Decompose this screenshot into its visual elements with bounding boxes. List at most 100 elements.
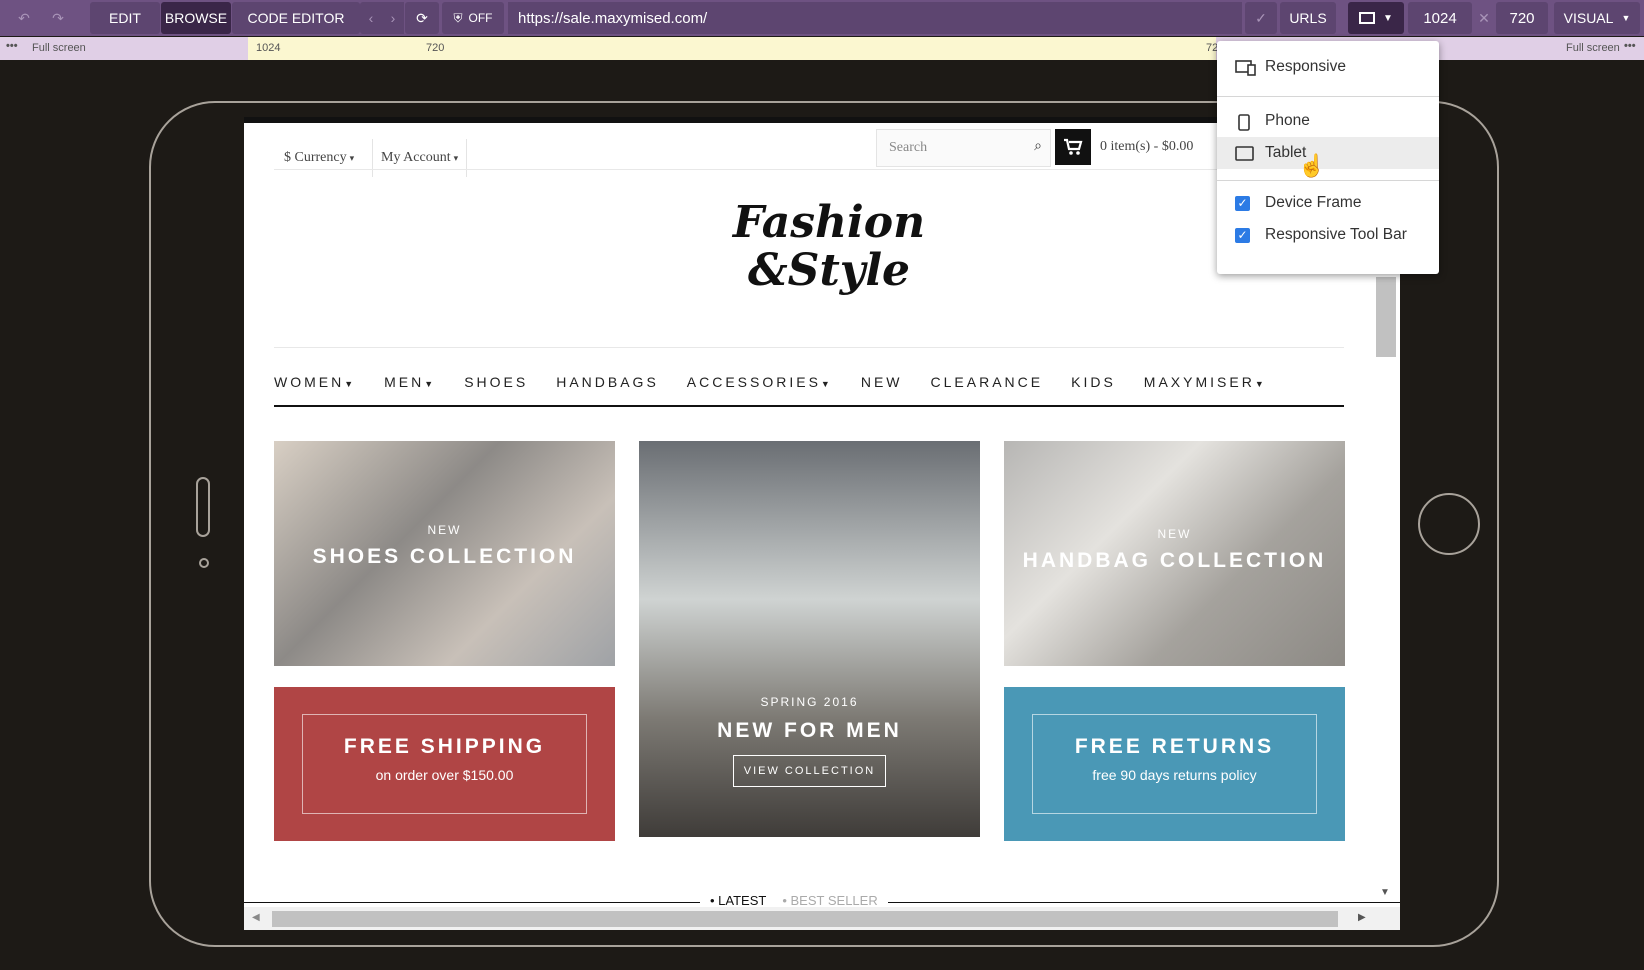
header-divider [274, 169, 1344, 170]
tile-kicker: SPRING 2016 [760, 695, 859, 709]
nav-item-clearance[interactable]: CLEARANCE [931, 374, 1044, 390]
ruler-menu-icon-right[interactable]: ••• [1624, 40, 1636, 52]
tab-latest[interactable]: • LATEST [710, 893, 766, 908]
handbag-collection-tile[interactable]: NEW HANDBAG COLLECTION [1004, 441, 1345, 666]
tile-title: NEW FOR MEN [717, 719, 902, 742]
ruler-full-screen-left[interactable]: Full screen [32, 42, 86, 54]
nav-bottom-divider [274, 405, 1344, 407]
horizontal-scrollbar[interactable]: ◀ ▶ [244, 907, 1400, 930]
menu-item-responsive-toolbar[interactable]: ✓ Responsive Tool Bar [1217, 219, 1439, 251]
undo-icon[interactable]: ↶ [10, 0, 38, 36]
caret-down-icon: ▼ [344, 379, 357, 389]
site-search-input[interactable]: Search ⌕ [876, 129, 1051, 167]
nav-item-handbags[interactable]: HANDBAGS [556, 374, 659, 390]
nav-item-women[interactable]: WOMEN▼ [274, 374, 356, 390]
nav-top-divider [274, 347, 1344, 348]
caret-down-icon: ▼ [820, 379, 833, 389]
tablet-speaker [196, 477, 210, 537]
device-mode-button[interactable]: ▼ [1348, 2, 1404, 34]
chevron-down-icon: ▾ [349, 152, 355, 163]
free-returns-banner[interactable]: FREE RETURNS free 90 days returns policy [1004, 687, 1345, 841]
menu-separator [1217, 180, 1439, 181]
logo-line-1: Fashion [732, 197, 926, 248]
nav-item-accessories[interactable]: ACCESSORIES▼ [687, 374, 833, 390]
product-tabs: • LATEST • BEST SELLER [700, 893, 888, 908]
new-for-men-tile[interactable]: SPRING 2016 NEW FOR MEN VIEW COLLECTION [639, 441, 980, 837]
urls-button[interactable]: URLS [1280, 2, 1336, 34]
nav-item-kids[interactable]: KIDS [1071, 374, 1116, 390]
url-input[interactable]: https://sale.maxymised.com/ [508, 2, 1242, 34]
shoes-collection-tile[interactable]: NEW SHOES COLLECTION [274, 441, 615, 666]
tablet-icon [1235, 146, 1254, 161]
menu-item-tablet[interactable]: Tablet [1217, 137, 1439, 169]
ruler-viewport-band [248, 37, 1216, 60]
tablet-camera [199, 558, 209, 568]
nav-item-men[interactable]: MEN▼ [384, 374, 436, 390]
caret-down-icon: ▼ [1254, 379, 1267, 389]
chevron-down-icon: ▼ [1621, 13, 1631, 23]
hand-cursor-icon: ☝ [1298, 153, 1326, 178]
tablet-home-button [1418, 493, 1480, 555]
nav-item-shoes[interactable]: SHOES [464, 374, 528, 390]
menu-label: Phone [1265, 112, 1310, 129]
scroll-down-icon[interactable]: ▼ [1380, 887, 1390, 898]
main-navigation: WOMEN▼ MEN▼ SHOES HANDBAGS ACCESSORIES▼ … [274, 367, 1344, 397]
cart-button[interactable] [1055, 129, 1091, 165]
site-logo[interactable]: Fashion &Style [704, 199, 954, 319]
privacy-state: OFF [468, 11, 493, 25]
visual-dropdown[interactable]: VISUAL ▼ [1554, 2, 1640, 34]
edit-button[interactable]: EDIT [90, 2, 160, 34]
logo-line-2: &Style [747, 245, 911, 296]
menu-label: Responsive Tool Bar [1265, 226, 1407, 243]
search-icon[interactable]: ⌕ [1034, 139, 1042, 155]
visual-label: VISUAL [1563, 10, 1614, 26]
times-icon: ✕ [1478, 9, 1490, 26]
ruler-menu-icon[interactable]: ••• [6, 40, 18, 52]
reload-icon[interactable]: ⟳ [405, 2, 439, 34]
responsive-icon [1235, 60, 1256, 76]
tab-best-seller[interactable]: • BEST SELLER [782, 893, 877, 908]
banner-frame [302, 714, 587, 814]
view-collection-button[interactable]: VIEW COLLECTION [732, 755, 887, 787]
ruler-mark-720: 720 [426, 42, 445, 54]
menu-item-device-frame[interactable]: ✓ Device Frame [1217, 187, 1439, 219]
currency-label: $ Currency [284, 150, 347, 165]
nav-item-maxymiser[interactable]: MAXYMISER▼ [1144, 374, 1267, 390]
menu-item-responsive[interactable]: Responsive [1217, 51, 1439, 83]
free-shipping-banner[interactable]: FREE SHIPPING on order over $150.00 [274, 687, 615, 841]
tile-kicker: NEW [427, 523, 462, 537]
search-placeholder: Search [889, 140, 928, 155]
vertical-scrollbar-thumb[interactable] [1376, 277, 1396, 357]
height-input[interactable]: 720 [1496, 2, 1548, 34]
horizontal-scrollbar-thumb[interactable] [272, 911, 1338, 927]
code-editor-button[interactable]: CODE EDITOR [232, 2, 360, 34]
menu-label: Responsive [1265, 58, 1346, 75]
caret-down-icon: ▼ [424, 379, 437, 389]
check-icon[interactable]: ✓ [1245, 2, 1277, 34]
responsive-toolbar-checkbox[interactable]: ✓ [1235, 228, 1250, 243]
chevron-down-icon: ▾ [453, 152, 459, 163]
menu-item-phone[interactable]: Phone [1217, 105, 1439, 137]
account-label: My Account [381, 150, 451, 165]
menu-separator [1217, 96, 1439, 97]
device-mode-menu: Responsive Phone Tablet ✓ Device Frame ✓… [1217, 41, 1439, 274]
privacy-toggle[interactable]: ⛨ OFF [442, 2, 504, 34]
browse-button[interactable]: BROWSE [161, 2, 231, 34]
scroll-right-icon[interactable]: ▶ [1358, 912, 1366, 923]
back-icon[interactable]: ‹ [360, 2, 382, 34]
cart-summary[interactable]: 0 item(s) - $0.00 [1100, 139, 1193, 155]
nav-item-new[interactable]: NEW [861, 374, 903, 390]
redo-icon[interactable]: ↷ [44, 0, 72, 36]
currency-dropdown[interactable]: $ Currency ▾ [284, 139, 354, 177]
forward-icon[interactable]: › [382, 2, 404, 34]
chevron-down-icon: ▼ [1383, 12, 1393, 24]
width-input[interactable]: 1024 [1408, 2, 1472, 34]
top-toolbar: ↶ ↷ EDIT BROWSE CODE EDITOR ‹ › ⟳ ⛨ OFF … [0, 0, 1644, 36]
cart-icon [1064, 138, 1083, 155]
tile-title: HANDBAG COLLECTION [1022, 549, 1327, 572]
account-dropdown[interactable]: My Account ▾ [372, 139, 468, 177]
scroll-left-icon[interactable]: ◀ [252, 912, 260, 923]
tile-title: SHOES COLLECTION [312, 545, 577, 568]
ruler-full-screen-right[interactable]: Full screen [1566, 42, 1620, 54]
device-frame-checkbox[interactable]: ✓ [1235, 196, 1250, 211]
